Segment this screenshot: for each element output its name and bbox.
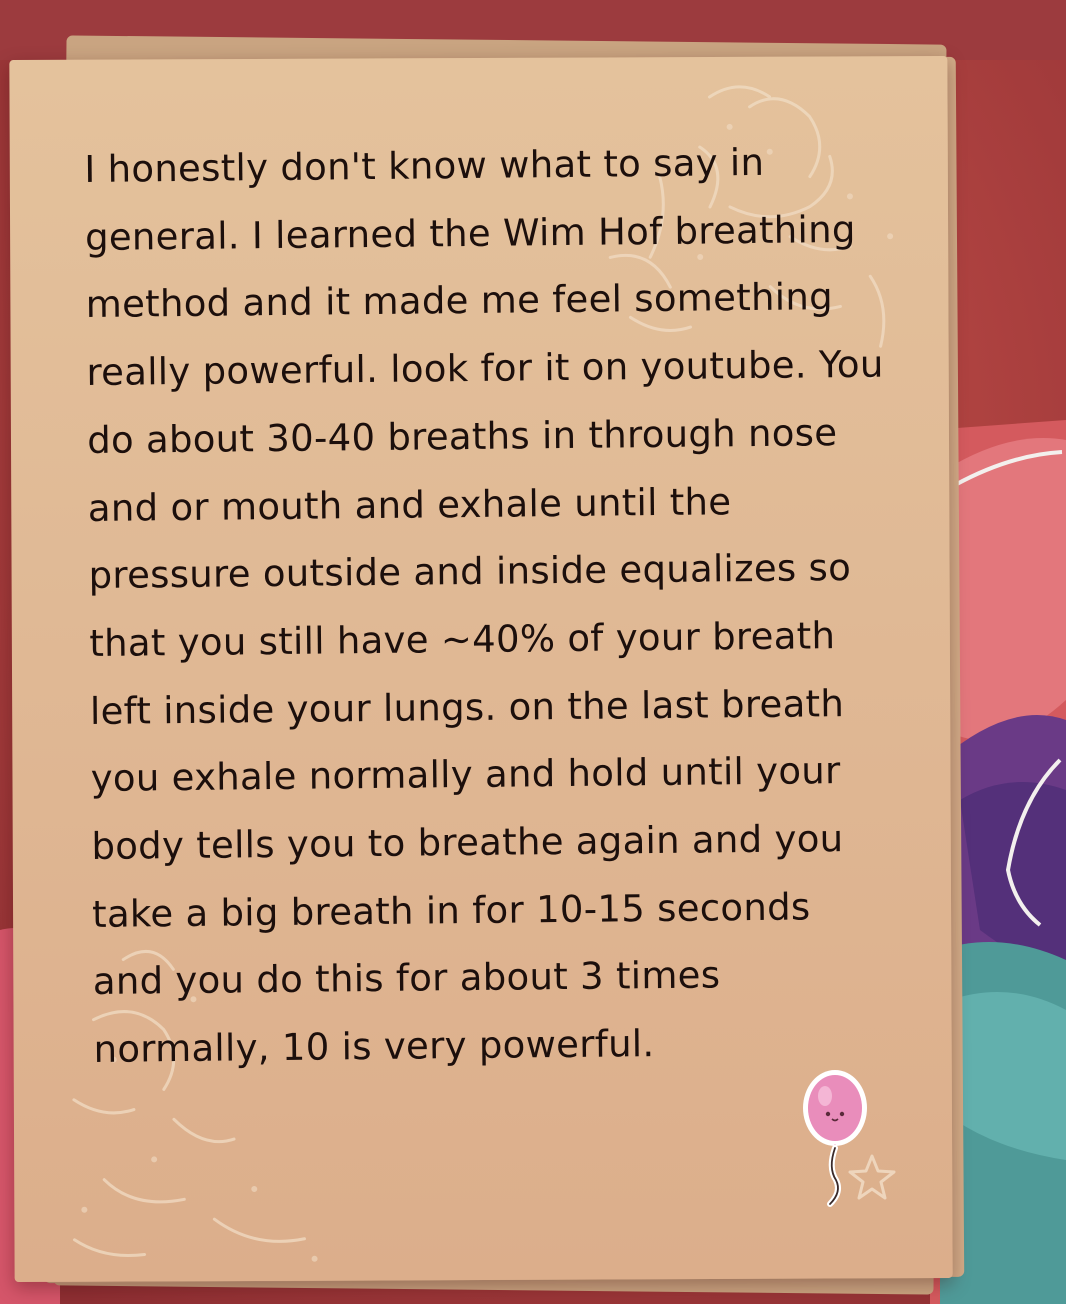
letter-text: I honestly don't know what to say in gen…	[84, 140, 884, 1072]
game-scene: I honestly don't know what to say in gen…	[0, 0, 1066, 1304]
star-icon	[848, 1154, 896, 1200]
